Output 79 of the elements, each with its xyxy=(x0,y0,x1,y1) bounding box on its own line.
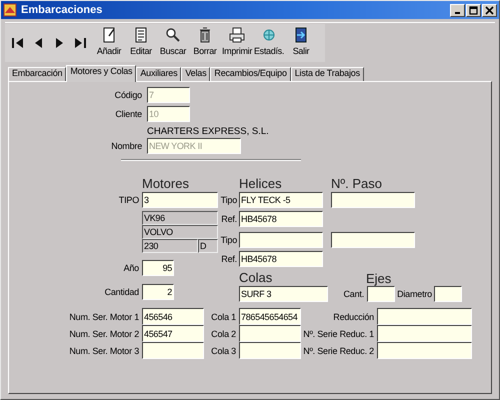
app-icon xyxy=(3,3,17,17)
section-heading: Motores xyxy=(142,175,190,191)
input-field[interactable] xyxy=(331,232,415,248)
input-field[interactable] xyxy=(377,342,472,359)
input-field[interactable] xyxy=(142,342,204,359)
field-label: Tipo xyxy=(220,234,238,247)
field-label: Diametro xyxy=(396,288,433,301)
field-label: Cantidad xyxy=(104,286,140,299)
field-label: TIPO xyxy=(118,194,140,207)
field-label: Nº. Serie Reduc. 2 xyxy=(302,344,375,358)
input-field[interactable] xyxy=(239,342,301,359)
minimize-button[interactable] xyxy=(450,4,465,16)
field-label: Num. Ser. Motor 1 xyxy=(68,310,140,324)
field-label: Cant. xyxy=(342,288,365,301)
input-field[interactable] xyxy=(377,308,472,325)
input-field[interactable]: HB45678 xyxy=(239,211,323,227)
input-field[interactable]: 2 xyxy=(142,284,174,300)
input-field[interactable]: HB45678 xyxy=(239,251,323,267)
section-heading: Nº. Paso xyxy=(331,175,383,191)
readonly-field: D xyxy=(198,239,218,253)
readonly-field: VOLVO xyxy=(142,225,218,239)
input-field[interactable] xyxy=(434,286,462,302)
tab[interactable]: Velas xyxy=(181,67,210,81)
new-document-icon xyxy=(101,27,117,43)
input-field[interactable] xyxy=(367,286,395,302)
printer-icon xyxy=(229,27,245,43)
client-name: CHARTERS EXPRESS, S.L. xyxy=(147,125,270,137)
add-button[interactable]: Añadir xyxy=(93,25,125,61)
print-button[interactable]: Imprimir xyxy=(221,25,253,61)
input-field[interactable] xyxy=(331,192,415,208)
delete-button[interactable]: Borrar xyxy=(189,25,221,61)
input-field[interactable] xyxy=(239,325,301,342)
input-field[interactable] xyxy=(239,232,323,248)
readonly-field: 230 xyxy=(142,239,198,253)
field-label: Tipo xyxy=(220,194,238,207)
input-field[interactable]: 786545654654 xyxy=(239,308,301,325)
field-label: Código xyxy=(114,89,143,102)
input-field[interactable]: 3 xyxy=(142,192,218,208)
field-label: Num. Ser. Motor 3 xyxy=(68,344,140,358)
window-title: Embarcaciones xyxy=(21,4,104,16)
input-field[interactable]: 456547 xyxy=(142,325,204,342)
field-label: Ref. xyxy=(220,253,238,266)
section-heading: Ejes xyxy=(366,270,392,286)
close-icon xyxy=(485,6,494,14)
document-icon xyxy=(133,27,149,43)
input-field[interactable]: FLY TECK -5 xyxy=(239,192,323,208)
tab[interactable]: Auxiliares xyxy=(136,67,182,81)
field-label: Año xyxy=(122,262,140,275)
input-field[interactable] xyxy=(377,325,472,342)
trash-icon xyxy=(197,27,213,43)
field-label: Reducción xyxy=(332,310,375,324)
input-field[interactable]: SURF 3 xyxy=(239,286,328,302)
field-label: Cola 3 xyxy=(210,344,237,358)
tab[interactable]: Motores y Colas xyxy=(66,65,136,82)
edit-button[interactable]: Editar xyxy=(125,25,157,61)
field-label: Cliente xyxy=(114,108,143,121)
field-label: Nombre xyxy=(110,140,143,153)
readonly-field: VK96 xyxy=(142,211,218,225)
statistics-button[interactable]: Estadís. xyxy=(253,25,285,61)
section-heading: Helices xyxy=(239,175,283,191)
field-label: Cola 2 xyxy=(210,328,237,340)
field-label: Ref. xyxy=(220,213,238,226)
tab[interactable]: Embarcación xyxy=(8,67,66,81)
search-icon xyxy=(165,27,181,43)
input-field[interactable]: 456546 xyxy=(142,308,204,325)
maximize-button[interactable] xyxy=(466,4,481,16)
field-label: Nº. Serie Reduc. 1 xyxy=(302,328,375,340)
exit-icon xyxy=(293,27,309,43)
tab[interactable]: Lista de Trabajos xyxy=(290,67,364,81)
section-heading: Colas xyxy=(239,269,274,285)
field-label: Cola 1 xyxy=(210,310,237,324)
minimize-icon xyxy=(454,12,461,14)
maximize-icon xyxy=(469,6,478,14)
exit-button[interactable]: Salir xyxy=(285,25,317,61)
input-field[interactable]: 95 xyxy=(142,260,174,276)
field-label: Num. Ser. Motor 2 xyxy=(68,328,140,340)
tab[interactable]: Recambios/Equipo xyxy=(210,67,291,81)
close-button[interactable] xyxy=(482,4,497,16)
search-button[interactable]: Buscar xyxy=(157,25,189,61)
